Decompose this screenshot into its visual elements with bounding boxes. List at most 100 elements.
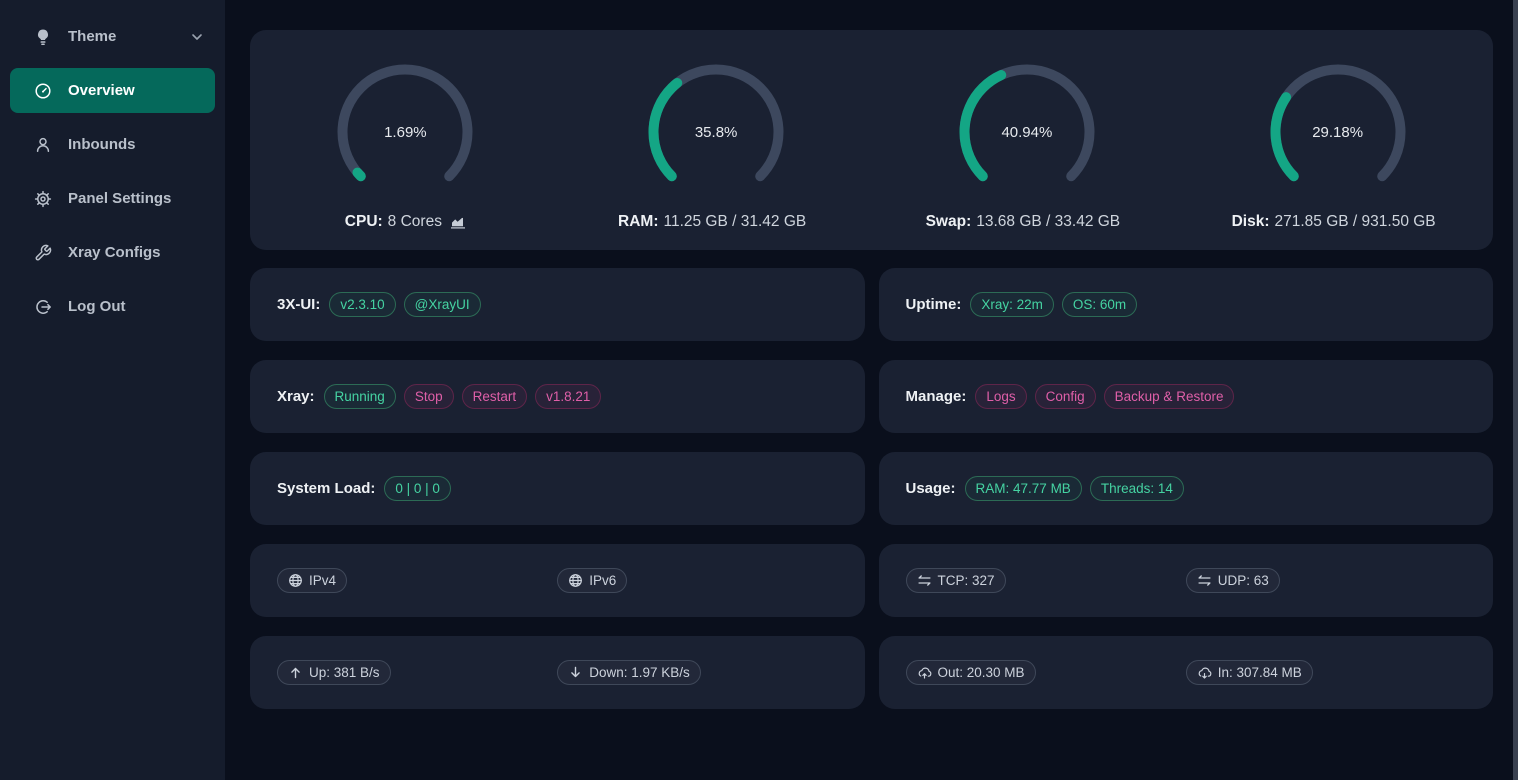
disk-gauge-arc: 29.18% bbox=[1263, 57, 1413, 207]
tag-label: In: 307.84 MB bbox=[1218, 662, 1302, 683]
swap-gauge: 40.94% Swap: 13.68 GB / 33.42 GB bbox=[872, 57, 1183, 231]
card-label: Usage: bbox=[906, 480, 956, 497]
sidebar: Theme Overview Inbounds bbox=[0, 0, 225, 780]
sidebar-item-label: Log Out bbox=[68, 298, 125, 315]
logout-icon bbox=[34, 298, 52, 316]
ram-gauge-arc: 35.8% bbox=[641, 57, 791, 207]
gauge-label: Disk: bbox=[1232, 213, 1270, 231]
gauge-label: RAM: bbox=[618, 213, 658, 231]
connections-card: TCP: 327 UDP: 63 bbox=[879, 544, 1494, 617]
sidebar-item-label: Theme bbox=[68, 28, 116, 45]
usage-card: Usage: RAM: 47.77 MB Threads: 14 bbox=[879, 452, 1494, 525]
sidebar-item-theme[interactable]: Theme bbox=[10, 14, 215, 59]
card-label: Xray: bbox=[277, 388, 315, 405]
tag-label: Stop bbox=[415, 386, 443, 407]
arrow-down-icon bbox=[568, 665, 583, 680]
system-gauges-card: 1.69% CPU: 8 Cores 35.8% RAM: bbox=[250, 30, 1493, 250]
swap-icon bbox=[1197, 573, 1212, 588]
sidebar-item-overview[interactable]: Overview bbox=[10, 68, 215, 113]
tag-label: UDP: 63 bbox=[1218, 570, 1269, 591]
system-load-tag: 0 | 0 | 0 bbox=[384, 476, 451, 501]
cloud-upload-icon bbox=[917, 665, 932, 680]
tag-label: v1.8.21 bbox=[546, 386, 590, 407]
uptime-card: Uptime: Xray: 22mOS: 60m bbox=[879, 268, 1494, 341]
cpu-gauge-arc: 1.69% bbox=[330, 57, 480, 207]
gauge-detail: 11.25 GB / 31.42 GB bbox=[663, 213, 806, 231]
globe-icon bbox=[288, 573, 303, 588]
tag-label: Restart bbox=[473, 386, 517, 407]
tag-label: Backup & Restore bbox=[1115, 386, 1224, 407]
logs-button[interactable]: Logs bbox=[975, 384, 1026, 409]
traffic-out-tag: Out: 20.30 MB bbox=[906, 660, 1036, 685]
manage-card: Manage: Logs Config Backup & Restore bbox=[879, 360, 1494, 433]
restart-button[interactable]: Restart bbox=[462, 384, 528, 409]
card-label: 3X-UI: bbox=[277, 296, 320, 313]
tcp-count-tag: TCP: 327 bbox=[906, 568, 1006, 593]
area-chart-icon[interactable] bbox=[450, 215, 466, 229]
gauge-percent: 35.8% bbox=[641, 57, 791, 207]
swap-icon bbox=[917, 573, 932, 588]
sidebar-item-label: Inbounds bbox=[68, 136, 136, 153]
tag-label: Config bbox=[1046, 386, 1085, 407]
sidebar-item-label: Panel Settings bbox=[68, 190, 171, 207]
xray-status-tag: Running bbox=[324, 384, 396, 409]
panel-info-card: 3X-UI: v2.3.10 @XrayUI bbox=[250, 268, 865, 341]
tag-label: OS: 60m bbox=[1073, 294, 1126, 315]
ipv6-tag: IPv6 bbox=[557, 568, 627, 593]
dashboard-icon bbox=[34, 82, 52, 100]
config-button[interactable]: Config bbox=[1035, 384, 1096, 409]
os-uptime-tag: OS: 60m bbox=[1062, 292, 1137, 317]
upload-speed-tag: Up: 381 B/s bbox=[277, 660, 391, 685]
system-load-card: System Load: 0 | 0 | 0 bbox=[250, 452, 865, 525]
tag-label: Running bbox=[335, 386, 385, 407]
threads-tag: Threads: 14 bbox=[1090, 476, 1184, 501]
ram-usage-tag: RAM: 47.77 MB bbox=[965, 476, 1082, 501]
panel-version-tag[interactable]: v2.3.10 bbox=[329, 292, 395, 317]
sidebar-item-label: Overview bbox=[68, 82, 135, 99]
xray-uptime-tag: Xray: 22m bbox=[970, 292, 1054, 317]
scrollbar[interactable] bbox=[1513, 0, 1518, 780]
sidebar-item-panel-settings[interactable]: Panel Settings bbox=[10, 176, 215, 221]
card-label: System Load: bbox=[277, 480, 375, 497]
tag-label: IPv6 bbox=[589, 570, 616, 591]
tag-label: IPv4 bbox=[309, 570, 336, 591]
cpu-gauge: 1.69% CPU: 8 Cores bbox=[250, 57, 561, 231]
tag-label: TCP: 327 bbox=[938, 570, 995, 591]
backup-restore-button[interactable]: Backup & Restore bbox=[1104, 384, 1235, 409]
sidebar-item-xray-configs[interactable]: Xray Configs bbox=[10, 230, 215, 275]
chevron-down-icon bbox=[191, 31, 203, 43]
tag-label: Threads: 14 bbox=[1101, 478, 1173, 499]
card-label: Manage: bbox=[906, 388, 967, 405]
telegram-channel-tag[interactable]: @XrayUI bbox=[404, 292, 481, 317]
tag-label: RAM: 47.77 MB bbox=[976, 478, 1071, 499]
info-cards-grid: 3X-UI: v2.3.10@XrayUI Uptime: Xray: 22mO… bbox=[250, 268, 1493, 709]
gauge-detail: 8 Cores bbox=[388, 213, 442, 231]
arrow-up-icon bbox=[288, 665, 303, 680]
globe-icon bbox=[568, 573, 583, 588]
download-speed-tag: Down: 1.97 KB/s bbox=[557, 660, 701, 685]
cloud-download-icon bbox=[1197, 665, 1212, 680]
gauge-detail: 271.85 GB / 931.50 GB bbox=[1275, 213, 1436, 231]
gauge-label: CPU: bbox=[345, 213, 383, 231]
traffic-in-tag: In: 307.84 MB bbox=[1186, 660, 1313, 685]
xray-control-card: Xray: Running Stop Restart v1.8.21 bbox=[250, 360, 865, 433]
udp-count-tag: UDP: 63 bbox=[1186, 568, 1280, 593]
sidebar-item-label: Xray Configs bbox=[68, 244, 161, 261]
user-icon bbox=[34, 136, 52, 154]
tag-label: 0 | 0 | 0 bbox=[395, 478, 440, 499]
lightbulb-icon bbox=[34, 28, 52, 46]
sidebar-item-inbounds[interactable]: Inbounds bbox=[10, 122, 215, 167]
ram-gauge: 35.8% RAM: 11.25 GB / 31.42 GB bbox=[561, 57, 872, 231]
ip-card: IPv4 IPv6 bbox=[250, 544, 865, 617]
sidebar-item-log-out[interactable]: Log Out bbox=[10, 284, 215, 329]
gauge-percent: 40.94% bbox=[952, 57, 1102, 207]
xray-version-tag[interactable]: v1.8.21 bbox=[535, 384, 601, 409]
app-root: Theme Overview Inbounds bbox=[0, 0, 1518, 780]
main-content: 1.69% CPU: 8 Cores 35.8% RAM: bbox=[225, 0, 1518, 780]
tag-label: @XrayUI bbox=[415, 294, 470, 315]
gauge-label: Swap: bbox=[926, 213, 972, 231]
traffic-card: Out: 20.30 MB In: 307.84 MB bbox=[879, 636, 1494, 709]
stop-button[interactable]: Stop bbox=[404, 384, 454, 409]
gauge-detail: 13.68 GB / 33.42 GB bbox=[976, 213, 1120, 231]
disk-gauge: 29.18% Disk: 271.85 GB / 931.50 GB bbox=[1182, 57, 1493, 231]
